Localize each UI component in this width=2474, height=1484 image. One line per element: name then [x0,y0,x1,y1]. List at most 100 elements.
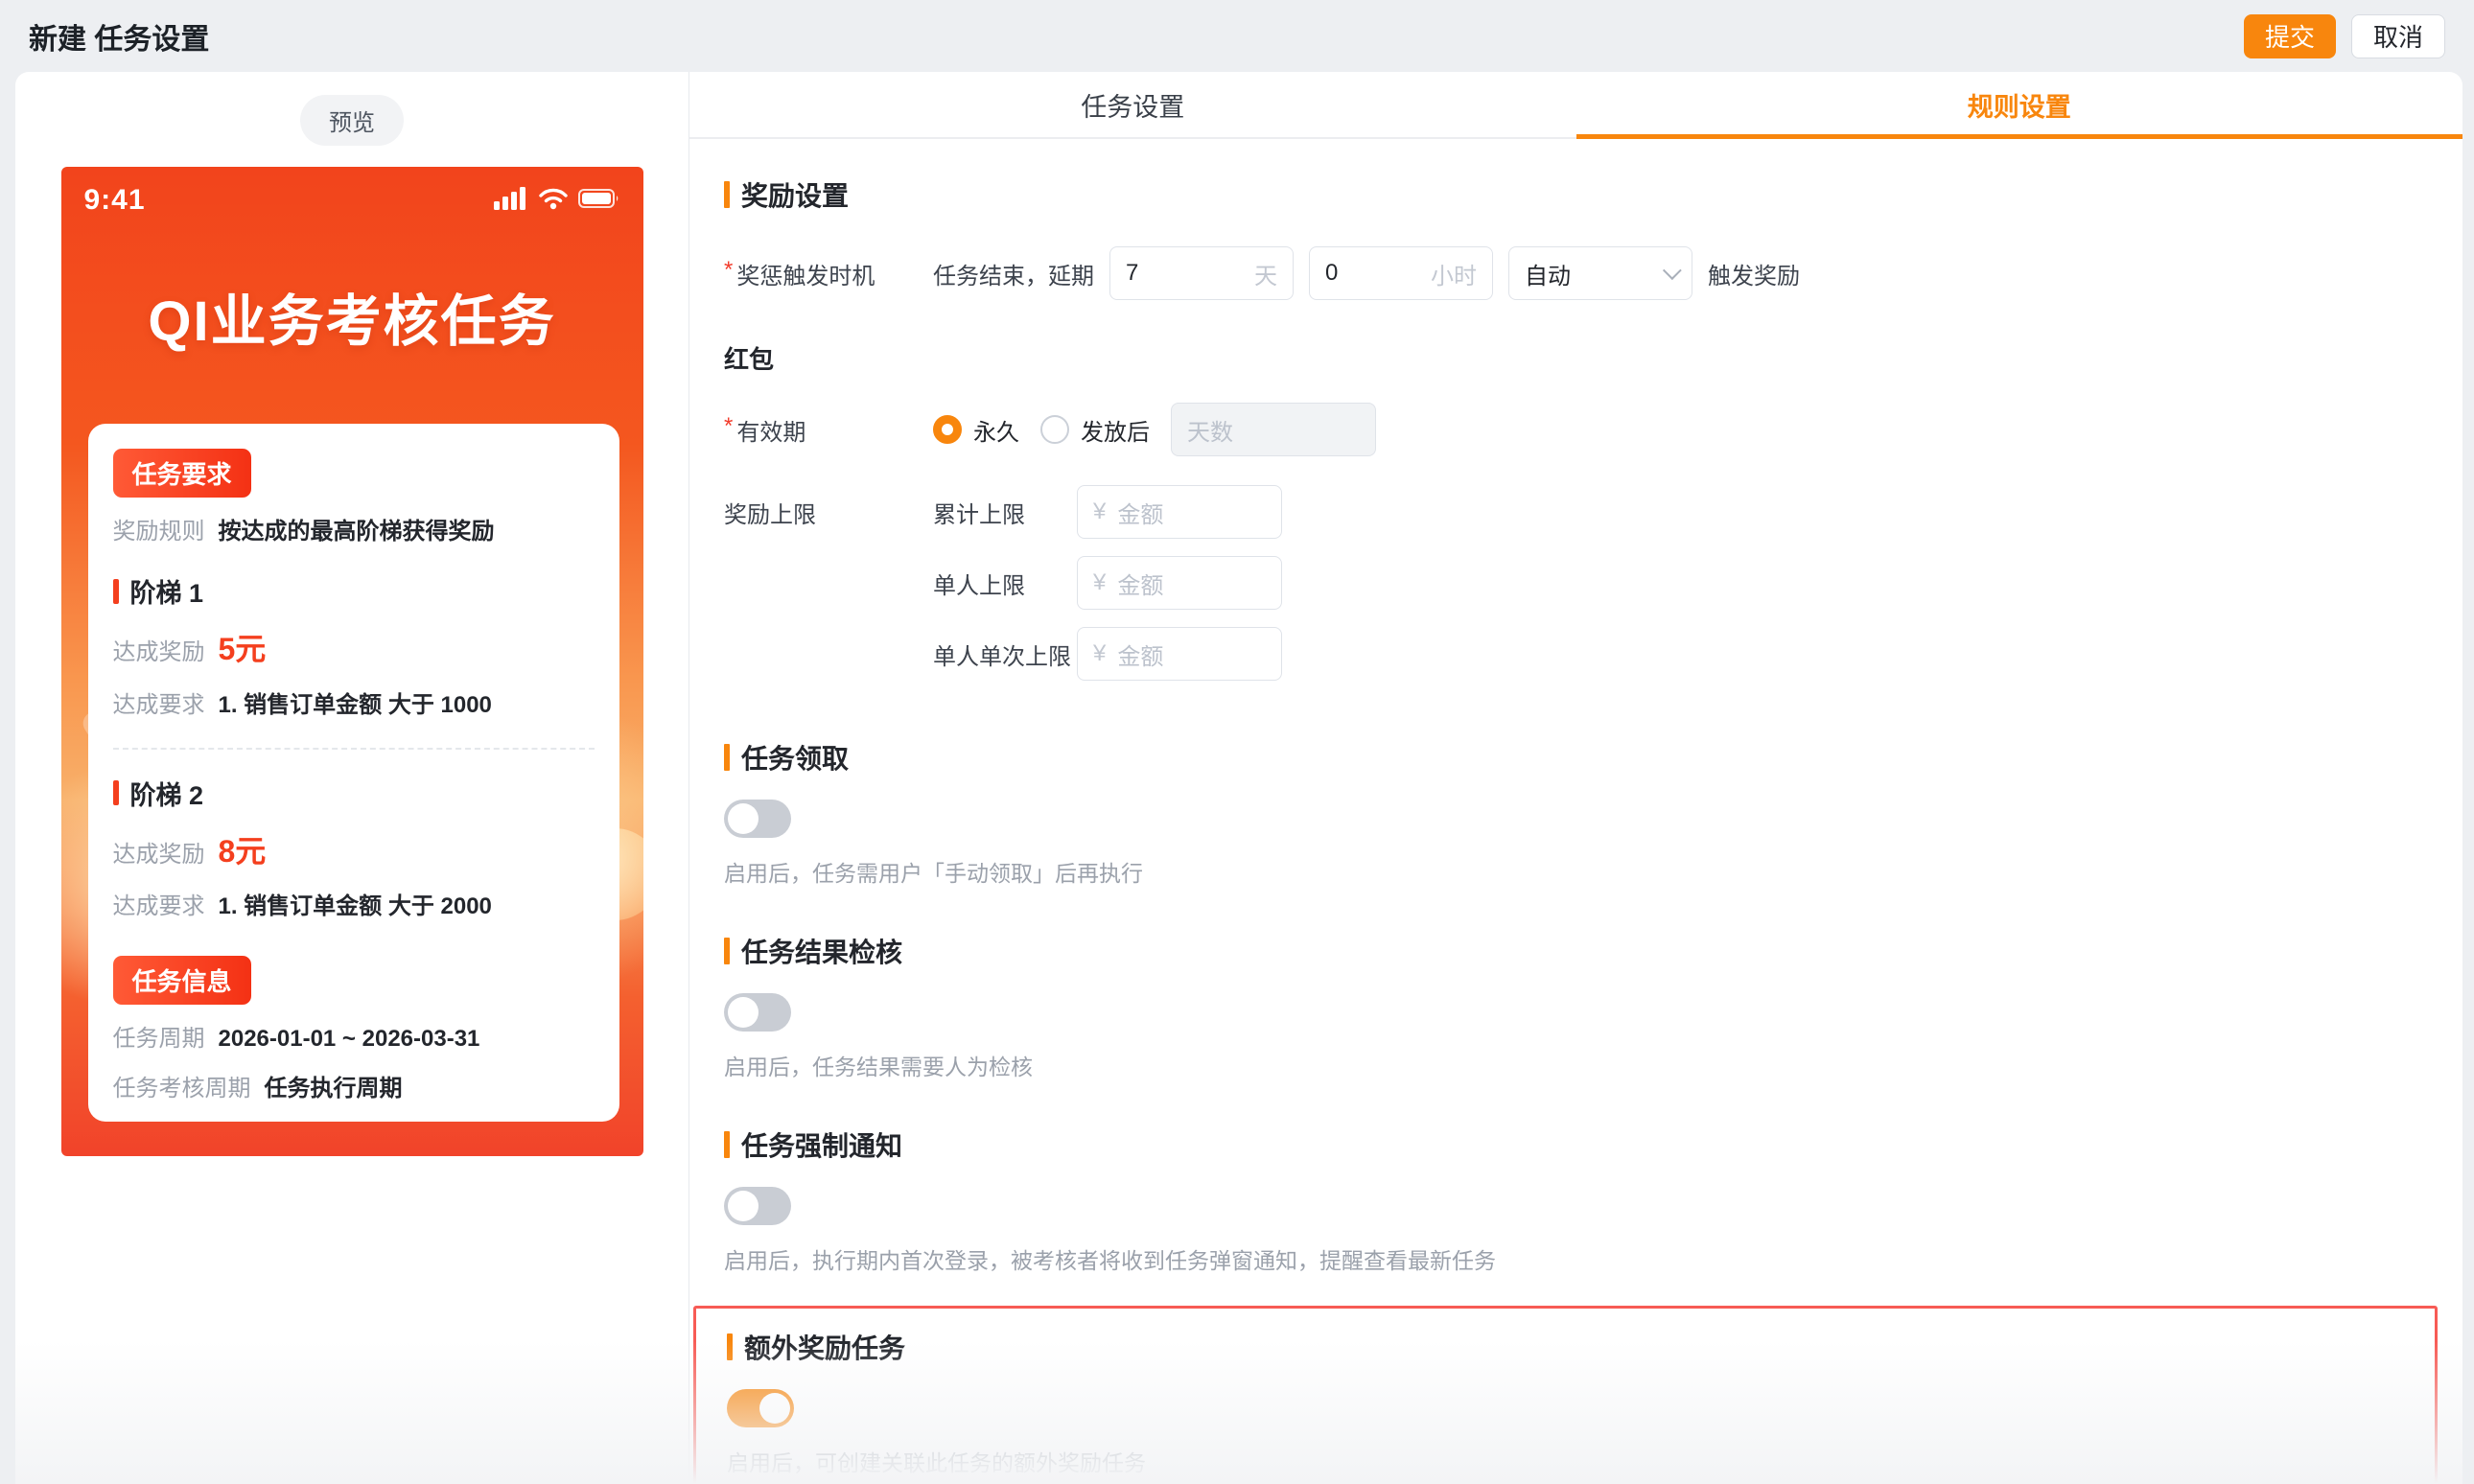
assessment-period-label: 任务考核周期 [112,1075,251,1101]
preview-pane: 预览 9:41 QI业务考核任务 任务要求 奖励规则 按达成的最高阶梯获得奖励 … [15,72,689,1484]
cap-per-time-input[interactable]: ¥ 金额 [1077,627,1282,681]
reward-rule-label: 奖励规则 [112,519,205,545]
validity-label-text: 有效期 [736,419,806,446]
validity-radio-group: 永久 发放后 天数 [933,403,1391,456]
section-extra-reward: 额外奖励任务 启用后，可创建关联此任务的额外奖励任务 [727,1328,2435,1477]
signal-icon [493,186,528,215]
toggle-knob [728,1191,759,1221]
cancel-button[interactable]: 取消 [2350,13,2445,58]
section-bar-decoration [724,744,730,771]
force-notify-toggle[interactable] [724,1187,791,1225]
section-result-review-title-row: 任务结果检核 [724,932,2438,970]
result-review-description: 启用后，任务结果需要人为检核 [724,1055,1033,1079]
tier-2-title-text: 阶梯 2 [129,780,204,810]
tier-1-requirement-label: 达成要求 [112,691,205,718]
tier-2-reward-row: 达成奖励 8元 [113,831,595,872]
assessment-period-row: 任务考核周期 任务执行周期 [113,1074,595,1104]
trigger-timing-row: * 奖惩触发时机 任务结束，延期 7 天 0 小时 自动 触发奖励 [724,246,2438,300]
cap-per-time-placeholder: 金额 [1117,643,1164,670]
settings-tabs: 任务设置 规则设置 [689,72,2462,139]
highlight-annotation-box: 额外奖励任务 启用后，可创建关联此任务的额外奖励任务 [693,1306,2438,1484]
reward-rule-row: 奖励规则 按达成的最高阶梯获得奖励 [113,517,595,547]
cap-per-person-input[interactable]: ¥ 金额 [1077,556,1282,610]
delay-hours-unit: 小时 [1431,263,1477,290]
tier-2-requirement-value: 1. 销售订单金额 大于 2000 [218,893,492,920]
phone-preview: 9:41 QI业务考核任务 任务要求 奖励规则 按达成的最高阶梯获得奖励 阶梯 … [60,167,643,1156]
preview-pill: 预览 [300,95,404,146]
cap-total-row: 奖励上限 累计上限 ¥ 金额 [724,485,2438,539]
section-result-review-title: 任务结果检核 [741,938,903,967]
tier-1-reward-value: 5元 [218,632,267,667]
trigger-prefix-text: 任务结束，延期 [933,263,1094,290]
delay-days-input[interactable]: 7 天 [1109,246,1294,300]
validity-label: * 有效期 [724,413,933,447]
delay-hours-value: 0 [1325,260,1339,286]
section-extra-reward-title: 额外奖励任务 [744,1333,906,1363]
currency-prefix: ¥ [1093,569,1107,595]
tier-2-reward-value: 8元 [218,833,267,869]
tier-2-requirement-label: 达成要求 [112,893,205,920]
section-task-claim: 任务领取 启用后，任务需用户「手动领取」后再执行 [724,738,2438,888]
wifi-icon [538,187,569,215]
cap-per-person-placeholder: 金额 [1117,572,1164,599]
statusbar-icons [493,186,620,215]
tab-task-settings[interactable]: 任务设置 [689,72,1576,137]
required-mark: * [724,412,734,439]
currency-prefix: ¥ [1093,499,1107,524]
required-mark: * [724,256,734,283]
task-period-label: 任务周期 [112,1025,205,1052]
currency-prefix: ¥ [1093,640,1107,666]
cap-total-label: 累计上限 [933,501,1025,528]
submit-button[interactable]: 提交 [2243,13,2336,58]
section-bar-decoration [724,938,730,964]
section-bar-decoration [727,1333,733,1360]
tier-1-title-text: 阶梯 1 [129,579,204,609]
tier-1-title: 阶梯 1 [112,572,595,610]
task-period-value: 2026-01-01 ~ 2026-03-31 [218,1025,480,1052]
tier-2-title: 阶梯 2 [112,775,595,812]
tier-2-requirement-row: 达成要求 1. 销售订单金额 大于 2000 [113,892,595,922]
statusbar-time: 9:41 [83,184,146,216]
cap-total-input[interactable]: ¥ 金额 [1077,485,1282,539]
section-extra-reward-title-row: 额外奖励任务 [727,1328,2435,1366]
validity-row: * 有效期 永久 发放后 天数 [724,403,2438,456]
section-task-claim-title: 任务领取 [741,744,850,774]
rule-settings-form: 奖励设置 * 奖惩触发时机 任务结束，延期 7 天 0 小时 自动 触发奖励 红… [689,139,2462,1484]
task-claim-toggle[interactable] [724,800,791,838]
result-review-toggle[interactable] [724,993,791,1032]
radio-permanent[interactable] [933,415,962,444]
page-header: 新建 任务设置 提交 取消 [0,0,2474,72]
reward-rule-value: 按达成的最高阶梯获得奖励 [218,519,495,545]
content-sheet: 预览 9:41 QI业务考核任务 任务要求 奖励规则 按达成的最高阶梯获得奖励 … [15,72,2462,1484]
assessment-period-value: 任务执行周期 [264,1075,403,1101]
section-force-notify-title: 任务强制通知 [741,1131,903,1161]
tier-1-requirement-row: 达成要求 1. 销售订单金额 大于 1000 [113,690,595,721]
task-banner-title: QI业务考核任务 [148,290,556,353]
toggle-knob [728,803,759,834]
delay-hours-input[interactable]: 0 小时 [1309,246,1493,300]
tier-divider [112,747,595,750]
section-bar-decoration [724,181,730,208]
toggle-knob [759,1393,790,1424]
cap-per-time-label: 单人单次上限 [933,643,1071,670]
validity-days-input[interactable]: 天数 [1171,403,1376,456]
delay-days-unit: 天 [1254,263,1277,290]
tier-bar-decoration [112,780,119,806]
trigger-mode-select[interactable]: 自动 [1508,246,1692,300]
battery-icon [577,187,620,215]
trigger-timing-label: * 奖惩触发时机 [724,257,933,290]
section-force-notify: 任务强制通知 启用后，执行期内首次登录，被考核者将收到任务弹窗通知，提醒查看最新… [724,1125,2438,1275]
radio-after-issue-label[interactable]: 发放后 [1081,413,1150,447]
task-claim-description: 启用后，任务需用户「手动领取」后再执行 [724,861,1143,886]
tab-rule-settings[interactable]: 规则设置 [1575,72,2463,139]
trigger-timing-label-text: 奖惩触发时机 [736,263,875,290]
tier-1-reward-label: 达成奖励 [112,639,205,666]
trigger-suffix-text: 触发奖励 [1708,263,1800,290]
radio-permanent-label[interactable]: 永久 [973,413,1019,447]
requirements-badge: 任务要求 [112,449,251,498]
task-period-row: 任务周期 2026-01-01 ~ 2026-03-31 [113,1024,595,1055]
settings-pane: 任务设置 规则设置 奖励设置 * 奖惩触发时机 任务结束，延期 7 天 0 小时… [689,72,2462,1484]
cap-total-placeholder: 金额 [1117,501,1164,528]
extra-reward-toggle[interactable] [727,1389,794,1427]
radio-after-issue[interactable] [1040,415,1069,444]
